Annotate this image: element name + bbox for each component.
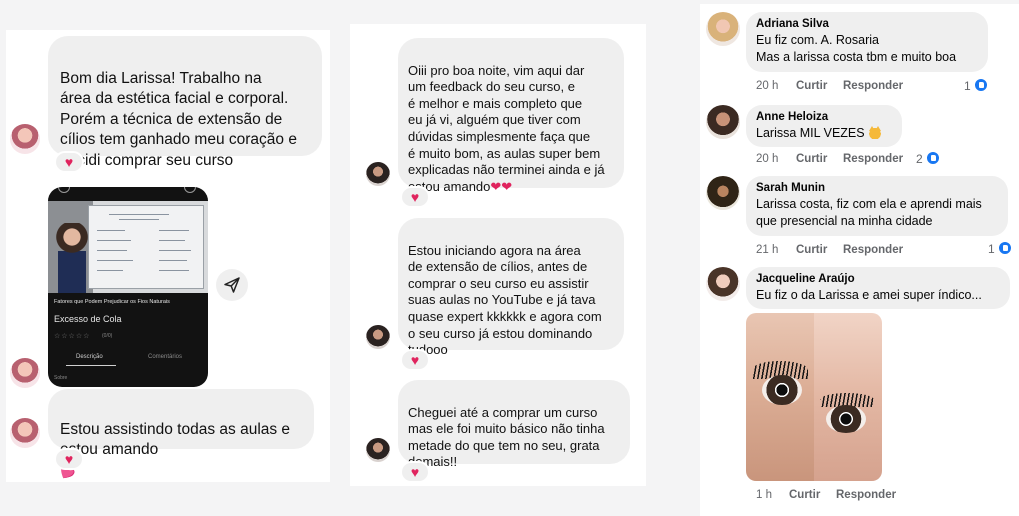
cat-heart-eyes-icon xyxy=(867,126,882,139)
comment-author[interactable]: Anne Heloiza xyxy=(756,111,828,123)
reply-button[interactable]: Responder xyxy=(843,244,903,256)
avatar[interactable] xyxy=(706,12,740,46)
comment-text: Eu fiz o da Larissa e amei super índico.… xyxy=(756,288,982,302)
tab-description[interactable]: Descrição xyxy=(76,354,103,360)
heart-reaction-icon[interactable]: ♥ xyxy=(54,448,84,470)
heart-reaction-icon[interactable]: ♥ xyxy=(54,151,84,173)
avatar[interactable] xyxy=(706,176,740,210)
message-text: Bom dia Larissa! Trabalho na área da est… xyxy=(60,69,297,169)
avatar[interactable] xyxy=(10,358,40,388)
after-eye-image xyxy=(814,313,882,481)
rating-stars-icon[interactable]: ☆☆☆☆☆ xyxy=(54,332,90,340)
avatar[interactable] xyxy=(706,267,740,301)
likes-count: 1 xyxy=(988,242,995,256)
whiteboard-image xyxy=(88,205,204,289)
heart-reaction-icon[interactable]: ♥ xyxy=(400,461,430,483)
lash-extension-photo[interactable] xyxy=(746,313,882,481)
likes-count: 1 xyxy=(964,79,971,93)
options-icon[interactable] xyxy=(184,187,196,193)
like-button[interactable]: Curtir xyxy=(796,80,827,92)
message-bubble: Estou assistindo todas as aulas e estou … xyxy=(48,389,314,479)
message-text: Estou assistindo todas as aulas e estou … xyxy=(60,420,291,459)
video-message-card[interactable]: Fatores que Podem Prejudicar os Fios Nat… xyxy=(48,187,208,387)
comment-bubble: Adriana Silva Eu fiz com. A. Rosaria Mas… xyxy=(746,12,988,72)
reply-button[interactable]: Responder xyxy=(843,80,903,92)
share-button[interactable] xyxy=(216,269,248,301)
like-button[interactable]: Curtir xyxy=(796,153,827,165)
message-bubble: Estou iniciando agora na área de extensã… xyxy=(398,218,624,357)
avatar[interactable] xyxy=(366,438,390,462)
comment-text: Larissa MIL VEZES xyxy=(756,125,882,142)
video-title: Excesso de Cola xyxy=(54,314,122,324)
avatar[interactable] xyxy=(366,162,390,186)
tab-indicator xyxy=(66,365,116,366)
likes-count: 2 xyxy=(916,152,923,166)
comment-author[interactable]: Jacqueline Araújo xyxy=(756,273,855,285)
avatar[interactable] xyxy=(366,325,390,349)
comment-bubble: Jacqueline Araújo Eu fiz o da Larissa e … xyxy=(746,267,1010,309)
message-bubble: Bom dia Larissa! Trabalho na área da est… xyxy=(48,36,322,169)
presenter-image xyxy=(52,223,92,293)
message-bubble: Oiii pro boa noite, vim aqui dar um feed… xyxy=(398,38,624,194)
facebook-comments: Adriana Silva Eu fiz com. A. Rosaria Mas… xyxy=(700,4,1019,516)
avatar[interactable] xyxy=(10,418,40,448)
comment-text: Eu fiz com. A. Rosaria Mas a larissa cos… xyxy=(756,33,957,64)
message-bubble: Cheguei até a comprar um curso mas ele f… xyxy=(398,380,630,469)
comment-time[interactable]: 21 h xyxy=(756,244,778,256)
message-text: Estou iniciando agora na área de extensã… xyxy=(408,242,602,358)
reply-button[interactable]: Responder xyxy=(836,489,896,501)
message-text: Oiii pro boa noite, vim aqui dar um feed… xyxy=(408,62,605,194)
heart-reaction-icon[interactable]: ♥ xyxy=(400,349,430,371)
instagram-chat-middle: Oiii pro boa noite, vim aqui dar um feed… xyxy=(350,24,646,486)
instagram-chat-left: Bom dia Larissa! Trabalho na área da est… xyxy=(6,30,330,482)
comment-time[interactable]: 20 h xyxy=(756,80,778,92)
comment-author[interactable]: Sarah Munin xyxy=(756,182,825,194)
like-button[interactable]: Curtir xyxy=(789,489,820,501)
thumbs-up-icon[interactable] xyxy=(998,241,1012,255)
comment-bubble: Sarah Munin Larissa costa, fiz com ela e… xyxy=(746,176,1008,236)
thumbs-up-icon[interactable] xyxy=(974,78,988,92)
avatar[interactable] xyxy=(706,105,740,139)
comment-bubble: Anne Heloiza Larissa MIL VEZES xyxy=(746,105,902,147)
message-text: Cheguei até a comprar um curso mas ele f… xyxy=(408,404,605,470)
comment-text: Larissa costa, fiz com ela e aprendi mai… xyxy=(756,197,982,228)
like-button[interactable]: Curtir xyxy=(796,244,827,256)
reply-button[interactable]: Responder xyxy=(843,153,903,165)
heart-reaction-icon[interactable]: ♥ xyxy=(400,186,430,208)
video-caption: Fatores que Podem Prejudicar os Fios Nat… xyxy=(54,299,170,305)
before-eye-image xyxy=(746,313,814,481)
video-topbar xyxy=(48,187,208,201)
hearts-emoji-icon: ❤❤ xyxy=(490,178,513,194)
video-thumbnail[interactable] xyxy=(48,201,208,293)
comment-author[interactable]: Adriana Silva xyxy=(756,18,829,30)
comment-time[interactable]: 20 h xyxy=(756,153,778,165)
thumbs-up-icon[interactable] xyxy=(926,151,940,165)
comment-time[interactable]: 1 h xyxy=(756,489,772,501)
tab-comments[interactable]: Comentários xyxy=(148,354,182,360)
paper-plane-icon xyxy=(224,277,240,293)
close-icon[interactable] xyxy=(58,187,70,193)
more-label[interactable]: Sobre xyxy=(54,375,67,381)
avatar[interactable] xyxy=(10,124,40,154)
rating-count: (0/0) xyxy=(102,333,113,339)
